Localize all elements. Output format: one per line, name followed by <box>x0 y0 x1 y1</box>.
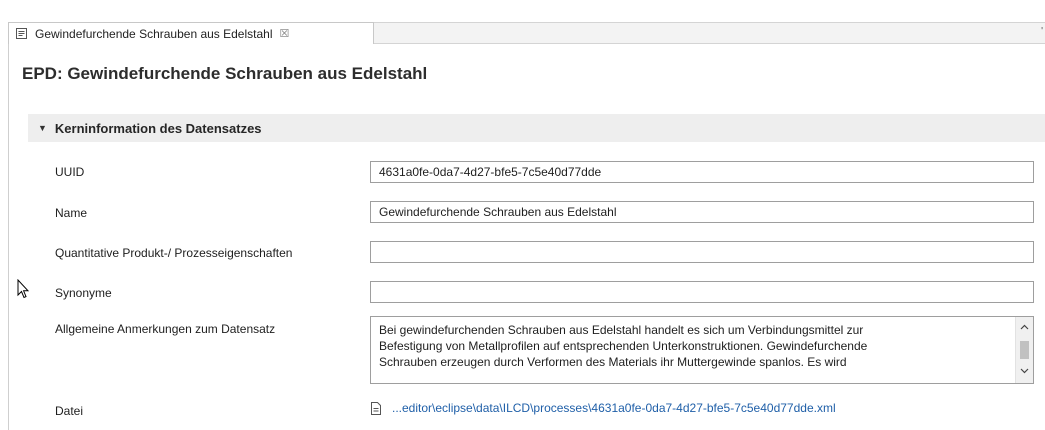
name-label: Name <box>55 206 88 220</box>
file-label: Datei <box>55 404 84 418</box>
name-field[interactable] <box>370 201 1034 223</box>
vertical-scrollbar[interactable] <box>1015 317 1033 383</box>
general-comments-line: Bei gewindefurchenden Schrauben aus Edel… <box>379 323 864 337</box>
synonyme-label: Synonyme <box>55 286 112 300</box>
chevron-down-icon[interactable] <box>1016 365 1033 379</box>
close-icon[interactable]: ☒ <box>280 27 290 40</box>
scrollbar-thumb[interactable] <box>1020 341 1029 359</box>
section-title: Kerninformation des Datensatzes <box>54 120 262 136</box>
general-comments-line: Befestigung von Metallprofilen auf entsp… <box>379 339 868 353</box>
chevron-up-icon[interactable] <box>1016 321 1033 335</box>
quantitative-properties-label: Quantitative Produkt-/ Prozesseigenschaf… <box>55 246 293 260</box>
document-editor-icon <box>15 27 28 40</box>
general-comments-line: Schrauben erzeugen durch Verformen des M… <box>379 355 847 369</box>
editor-left-border <box>8 44 9 430</box>
uuid-label: UUID <box>55 165 85 179</box>
general-comments-text[interactable]: Bei gewindefurchenden Schrauben aus Edel… <box>379 322 1009 380</box>
mouse-pointer-icon <box>17 278 30 299</box>
document-icon <box>370 401 382 415</box>
general-comments-textarea[interactable]: Bei gewindefurchenden Schrauben aus Edel… <box>370 316 1034 384</box>
file-path-link[interactable]: ...editor\eclipse\data\ILCD\processes\46… <box>392 401 836 415</box>
triangle-down-icon[interactable]: ▼ <box>38 123 47 133</box>
tab-bar-overflow-mark: ' <box>1041 26 1043 37</box>
quantitative-properties-field[interactable] <box>370 241 1034 263</box>
editor-tab-title: Gewindefurchende Schrauben aus Edelstahl <box>35 26 273 41</box>
synonyme-field[interactable] <box>370 281 1034 303</box>
editor-tab-bar: Gewindefurchende Schrauben aus Edelstahl… <box>8 22 1045 44</box>
general-comments-label: Allgemeine Anmerkungen zum Datensatz <box>55 322 276 336</box>
file-row: ...editor\eclipse\data\ILCD\processes\46… <box>370 401 836 415</box>
section-header-kerninformation[interactable]: ▼ Kerninformation des Datensatzes <box>28 114 1045 142</box>
editor-tab[interactable]: Gewindefurchende Schrauben aus Edelstahl… <box>8 22 374 44</box>
page-title: EPD: Gewindefurchende Schrauben aus Edel… <box>22 64 428 83</box>
uuid-field[interactable] <box>370 161 1034 183</box>
